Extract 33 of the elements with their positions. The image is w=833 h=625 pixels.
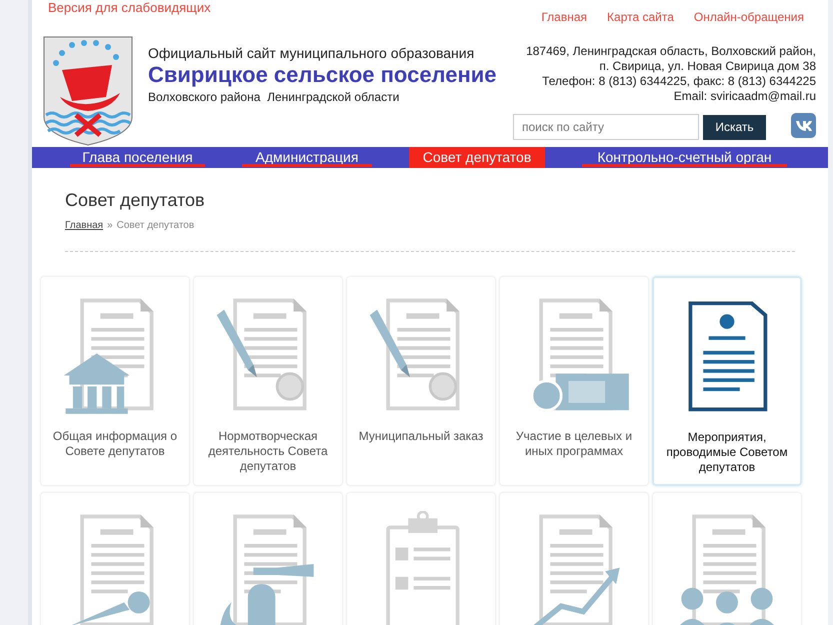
site-title: Свирицкое сельское поселение [148,63,497,87]
breadcrumb-text: » [107,219,113,233]
tile-caption: Общая информация о Совете депутатов [52,429,178,459]
tile-caption: Муниципальный заказ [358,429,484,444]
contact-line: Email: sviricaadm@mail.ru [674,89,816,104]
tile-caption: Участие в целевых и иных программах [514,429,634,459]
contact-line: 187469, Ленинградская область, Волховский район, [526,44,816,59]
nav-tab[interactable]: Администрация [242,147,372,168]
page-title: Совет депутатов [65,189,206,212]
search-button[interactable]: Искать [703,114,766,140]
top-nav-link[interactable]: Главная [541,8,588,26]
accessibility-link[interactable]: Версия для слабовидящих [48,0,211,16]
contact-line: п. Свирица, ул. Новая Свирица дом 38 [599,59,816,74]
nav-tab[interactable]: Глава поселения [70,147,205,168]
site-subtitle: Официальный сайт муниципального образования [148,44,476,63]
tile-card[interactable]: Участие в целевых и иных программах [499,276,649,486]
nav-tab[interactable]: Контрольно-счетный орган [582,147,787,168]
nav-tab[interactable]: Совет депутатов [409,147,545,168]
tile-caption: Мероприятия, проводимые Советом депутатов [665,430,789,475]
vk-icon[interactable] [791,112,816,138]
tile-card[interactable]: Муниципальный заказ [346,276,496,486]
top-nav-link[interactable]: Карта сайта [607,8,674,26]
tile-card[interactable]: Нормотворческая деятельность Совета депутатов [193,276,343,486]
tile-card[interactable]: Общая информация о Совете депутатов [40,276,190,486]
coat-of-arms-icon [42,35,134,147]
site-region: Волховского района Ленинградской области [148,89,400,106]
tile-caption: Нормотворческая деятельность Совета депутатов [207,429,329,474]
top-nav-link[interactable]: Онлайн-обращения [694,8,804,26]
contact-line: Телефон: 8 (813) 6344225, факс: 8 (813) 6344225 [542,74,816,89]
breadcrumb-link[interactable]: Главная [65,218,104,233]
tile-card[interactable]: Мероприятия, проводимые Советом депутатов [652,276,802,486]
breadcrumb-text: Совет депутатов [116,219,194,233]
search-field[interactable]: поиск по сайту [513,114,699,140]
